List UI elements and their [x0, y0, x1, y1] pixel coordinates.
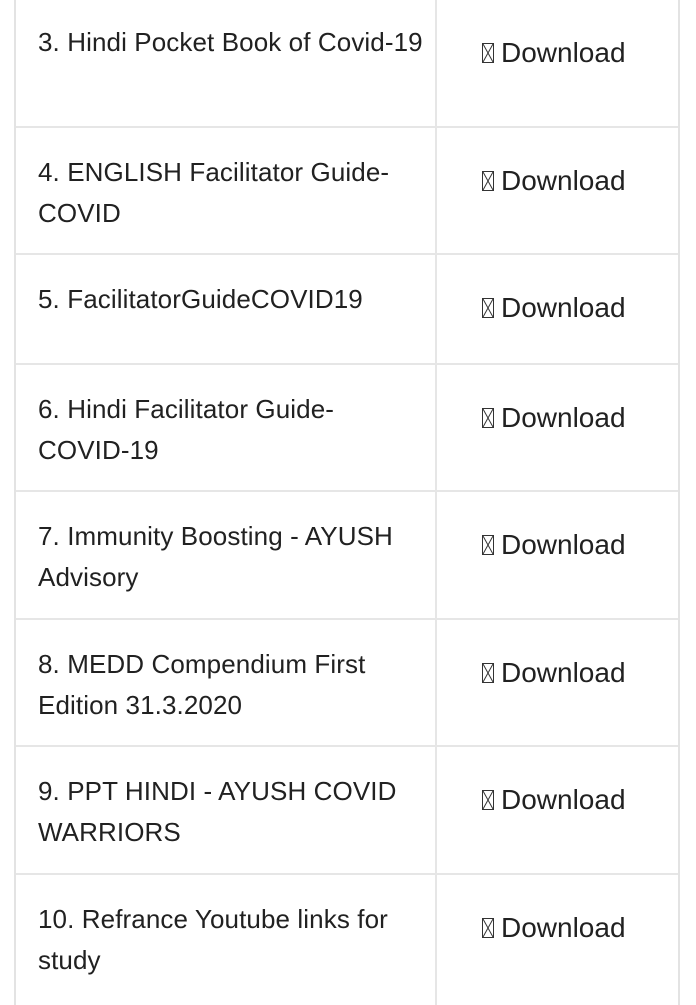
- document-title: 4. ENGLISH Facilitator Guide-COVID: [16, 128, 437, 253]
- download-link[interactable]: Download: [437, 620, 678, 745]
- table-row: 9. PPT HINDI - AYUSH COVID WARRIORS Down…: [16, 747, 678, 875]
- document-title: 5. FacilitatorGuideCOVID19: [16, 255, 437, 363]
- download-label: Download: [501, 402, 626, 433]
- download-link[interactable]: Download: [437, 128, 678, 253]
- missing-glyph-icon: [482, 663, 494, 683]
- download-label: Download: [501, 37, 626, 68]
- table-row: 5. FacilitatorGuideCOVID19 Download: [16, 255, 678, 365]
- download-label: Download: [501, 784, 626, 815]
- document-title: 10. Refrance Youtube links for study: [16, 875, 437, 1005]
- download-link[interactable]: Download: [437, 0, 678, 126]
- missing-glyph-icon: [482, 408, 494, 428]
- document-title: 3. Hindi Pocket Book of Covid-19: [16, 0, 437, 126]
- missing-glyph-icon: [482, 171, 494, 191]
- document-title: 9. PPT HINDI - AYUSH COVID WARRIORS: [16, 747, 437, 873]
- download-link[interactable]: Download: [437, 747, 678, 873]
- document-title: 7. Immunity Boosting - AYUSH Advisory: [16, 492, 437, 618]
- missing-glyph-icon: [482, 790, 494, 810]
- missing-glyph-icon: [482, 535, 494, 555]
- table-row: 6. Hindi Facilitator Guide-COVID-19 Down…: [16, 365, 678, 492]
- downloads-table: 3. Hindi Pocket Book of Covid-19 Downloa…: [14, 0, 680, 1005]
- document-title: 6. Hindi Facilitator Guide-COVID-19: [16, 365, 437, 490]
- download-link[interactable]: Download: [437, 255, 678, 363]
- document-title: 8. MEDD Compendium First Edition 31.3.20…: [16, 620, 437, 745]
- download-link[interactable]: Download: [437, 365, 678, 490]
- table-row: 4. ENGLISH Facilitator Guide-COVID Downl…: [16, 128, 678, 255]
- table-row: 3. Hindi Pocket Book of Covid-19 Downloa…: [16, 0, 678, 128]
- download-link[interactable]: Download: [437, 492, 678, 618]
- table-row: 10. Refrance Youtube links for study Dow…: [16, 875, 678, 1005]
- download-label: Download: [501, 165, 626, 196]
- missing-glyph-icon: [482, 918, 494, 938]
- missing-glyph-icon: [482, 43, 494, 63]
- download-label: Download: [501, 292, 626, 323]
- download-label: Download: [501, 657, 626, 688]
- table-row: 8. MEDD Compendium First Edition 31.3.20…: [16, 620, 678, 747]
- missing-glyph-icon: [482, 298, 494, 318]
- download-label: Download: [501, 912, 626, 943]
- table-row: 7. Immunity Boosting - AYUSH Advisory Do…: [16, 492, 678, 620]
- download-label: Download: [501, 529, 626, 560]
- download-link[interactable]: Download: [437, 875, 678, 1005]
